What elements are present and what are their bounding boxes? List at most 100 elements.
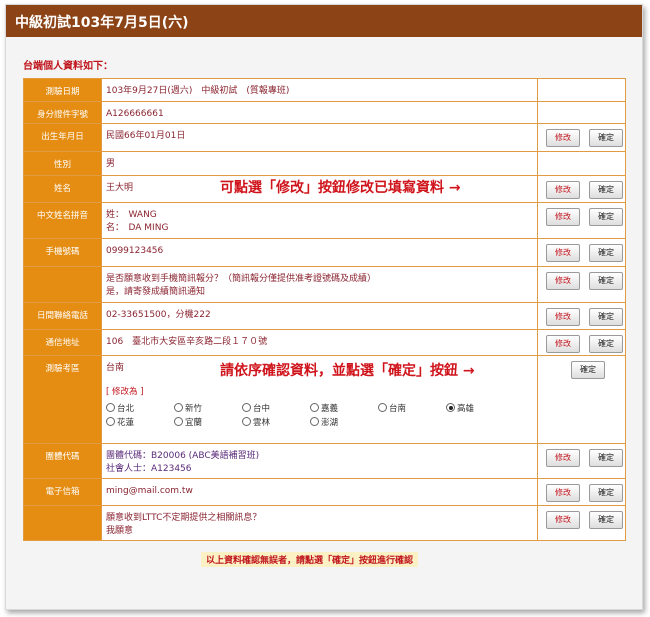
region-option[interactable]: 嘉義 (310, 403, 338, 416)
edit-button[interactable]: 修改 (546, 308, 580, 326)
registration-panel: 中級初試103年7月5日(六) 台端個人資料如下： 測驗日期 103年9月27日… (5, 4, 643, 610)
edit-button[interactable]: 修改 (546, 208, 580, 226)
region-option[interactable]: 台北 (106, 403, 134, 416)
row-label-address: 通信地址 (23, 329, 102, 356)
edit-button[interactable]: 修改 (546, 449, 580, 467)
table-row: 身分證件字號 A126666661 (23, 101, 626, 124)
row-label-name-pinyin: 中文姓名拼音 (23, 202, 102, 239)
region-option-label: 台北 (117, 404, 135, 414)
table-row: 測驗日期 103年9月27日(週六) 中級初試 (質報專班) (23, 78, 626, 102)
row-value-test-date: 103年9月27日(週六) 中級初試 (質報專班) (101, 78, 538, 102)
region-option-label: 台南 (389, 404, 407, 414)
row-actions (537, 151, 626, 176)
row-label-group-code: 團體代碼 (23, 443, 102, 479)
edit-button[interactable]: 修改 (546, 244, 580, 262)
radio-button-icon[interactable] (242, 403, 251, 412)
region-option[interactable]: 高雄 (446, 403, 474, 416)
edit-button[interactable]: 修改 (546, 129, 580, 147)
intro-text: 台端個人資料如下： (23, 61, 113, 72)
confirm-hint-annotation: 請依序確認資料，並點選「確定」按鈕 → (220, 360, 475, 380)
confirm-button[interactable]: 確定 (589, 335, 623, 353)
personal-data-table: 測驗日期 103年9月27日(週六) 中級初試 (質報專班) 身分證件字號 A1… (23, 78, 626, 541)
row-actions: 修改 確定 (537, 302, 626, 330)
radio-button-icon[interactable] (106, 417, 115, 426)
edit-button[interactable]: 修改 (546, 511, 580, 529)
radio-button-icon[interactable] (242, 417, 251, 426)
radio-button-icon[interactable] (310, 417, 319, 426)
table-row: 願意收到LTTC不定期提供之相關訊息？ 我願意 修改 確定 (23, 505, 626, 541)
confirm-button[interactable]: 確定 (589, 308, 623, 326)
row-label-id: 身分證件字號 (23, 101, 102, 124)
confirm-button[interactable]: 確定 (589, 129, 623, 147)
region-option-label: 宜蘭 (185, 418, 203, 428)
page-title: 中級初試103年7月5日(六) (15, 15, 189, 31)
region-option[interactable]: 雲林 (242, 417, 270, 430)
row-actions: 修改 確定 (537, 266, 626, 303)
row-actions (537, 101, 626, 124)
region-option[interactable]: 台中 (242, 403, 270, 416)
confirm-button[interactable]: 確定 (589, 272, 623, 290)
row-label-test-date: 測驗日期 (23, 78, 102, 102)
edit-button[interactable]: 修改 (546, 272, 580, 290)
confirm-button[interactable]: 確定 (589, 511, 623, 529)
row-value-id: A126666661 (101, 101, 538, 124)
region-option-label: 台中 (253, 404, 271, 414)
group-code-line: 團體代碼：B20006 (ABC美語補習班) (106, 451, 260, 461)
row-actions: 修改 確定 (537, 175, 626, 203)
region-option[interactable]: 花蓮 (106, 417, 134, 430)
radio-button-icon[interactable] (446, 403, 455, 412)
confirm-button[interactable]: 確定 (589, 449, 623, 467)
confirm-button[interactable]: 確定 (589, 244, 623, 262)
region-option-label: 高雄 (457, 404, 475, 414)
edit-button[interactable]: 修改 (546, 335, 580, 353)
radio-button-icon[interactable] (310, 403, 319, 412)
table-row: 出生年月日 民國66年01月01日 修改 確定 (23, 123, 626, 152)
row-label-email: 電子信箱 (23, 478, 102, 506)
table-row: 中文姓名拼音 姓： WANG 名： DA MING 修改 確定 (23, 202, 626, 239)
row-actions: 修改 確定 (537, 478, 626, 506)
confirm-instruction: 以上資料確認無誤者，請點選「確定」按鈕進行確認 (201, 552, 419, 567)
edit-button[interactable]: 修改 (546, 181, 580, 199)
region-option[interactable]: 宜蘭 (174, 417, 202, 430)
change-region-label: [ 修改為 ] (106, 387, 144, 397)
region-option[interactable]: 新竹 (174, 403, 202, 416)
sms-answer: 是，請寄發成績簡訊通知 (106, 287, 206, 297)
row-value-gender: 男 (101, 151, 538, 176)
row-actions: 修改 確定 (537, 329, 626, 356)
edit-button[interactable]: 修改 (546, 484, 580, 502)
radio-button-icon[interactable] (106, 403, 115, 412)
row-label-newsletter (23, 505, 102, 541)
newsletter-question: 願意收到LTTC不定期提供之相關訊息？ (106, 513, 262, 523)
row-value-newsletter: 願意收到LTTC不定期提供之相關訊息？ 我願意 (101, 505, 538, 541)
title-bar: 中級初試103年7月5日(六) (6, 5, 642, 37)
row-actions: 修改 確定 (537, 123, 626, 152)
confirm-button[interactable]: 確定 (589, 484, 623, 502)
table-row: 團體代碼 團體代碼：B20006 (ABC美語補習班) 社會人士：A123456… (23, 443, 626, 479)
confirm-button[interactable]: 確定 (571, 361, 605, 379)
region-option-label: 雲林 (253, 418, 271, 428)
row-value-address: 106 臺北市大安區辛亥路二段１７０號 (101, 329, 538, 356)
region-option[interactable]: 台南 (378, 403, 406, 416)
radio-button-icon[interactable] (174, 403, 183, 412)
row-value-mobile: 0999123456 (101, 238, 538, 267)
table-row: 手機號碼 0999123456 修改 確定 (23, 238, 626, 267)
row-actions (537, 78, 626, 102)
row-value-group-code: 團體代碼：B20006 (ABC美語補習班) 社會人士：A123456 (101, 443, 538, 479)
row-label-sms (23, 266, 102, 303)
table-row: 是否願意收到手機簡訊報分？（簡訊報分僅提供准考證號碼及成績） 是，請寄發成績簡訊… (23, 266, 626, 303)
confirm-button[interactable]: 確定 (589, 208, 623, 226)
surname-pinyin: 姓： WANG (106, 210, 157, 220)
radio-button-icon[interactable] (174, 417, 183, 426)
table-row: 通信地址 106 臺北市大安區辛亥路二段１７０號 修改 確定 (23, 329, 626, 356)
confirm-button[interactable]: 確定 (589, 181, 623, 199)
given-name-pinyin: 名： DA MING (106, 223, 169, 233)
row-label-name: 姓名 (23, 175, 102, 203)
region-option[interactable]: 澎湖 (310, 417, 338, 430)
radio-button-icon[interactable] (378, 403, 387, 412)
region-option-label: 新竹 (185, 404, 203, 414)
region-option-label: 嘉義 (321, 404, 339, 414)
table-row: 電子信箱 ming@mail.com.tw 修改 確定 (23, 478, 626, 506)
row-label-gender: 性別 (23, 151, 102, 176)
row-value-sms: 是否願意收到手機簡訊報分？（簡訊報分僅提供准考證號碼及成績） 是，請寄發成績簡訊… (101, 266, 538, 303)
row-label-test-region: 測驗考區 (23, 355, 102, 444)
